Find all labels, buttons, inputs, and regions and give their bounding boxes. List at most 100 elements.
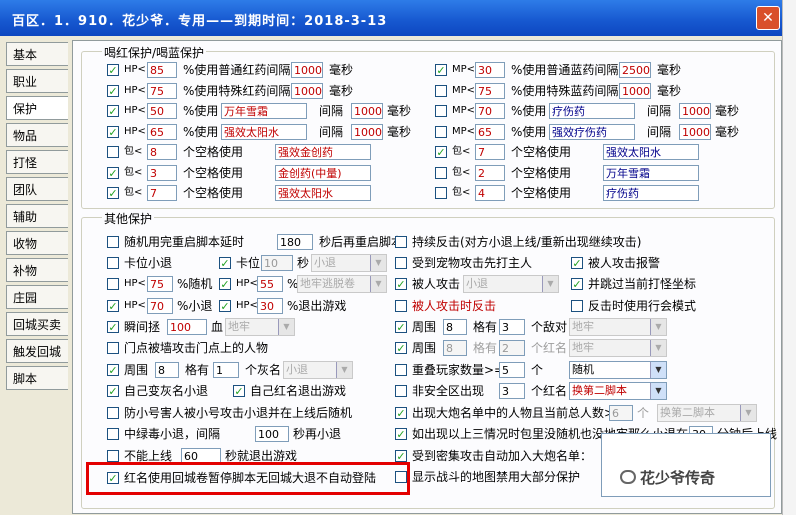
tab-3[interactable]: 物品 [6,123,68,147]
right_rows-row-0-checkbox[interactable]: ✓ [435,64,447,76]
left_rows-row-2-item[interactable]: 万年雪霜 [221,103,307,119]
left_rows-row-4-checkbox[interactable] [107,146,119,158]
left_rows-row-1-value[interactable]: 75 [147,83,177,99]
left_rows-row-4-item[interactable]: 强效金创药 [275,144,371,160]
left_rows-row-1-ms[interactable]: 1000 [291,83,323,99]
right_rows-row-2-checkbox[interactable] [435,105,447,117]
title-bar[interactable]: 百区．1．910．花少爷．专用——到期时间：2018-3-13 ✕ [0,0,782,36]
attacked-checkbox[interactable]: ✓ [395,278,407,290]
unsafe-checkbox[interactable] [395,385,407,397]
left_rows-row-0-checkbox[interactable]: ✓ [107,64,119,76]
instant-hp-input[interactable]: 100 [167,319,207,335]
tab-8[interactable]: 补物 [6,258,68,282]
hp-escape-select[interactable]: 地牢逃脱卷 ▼ [297,275,387,293]
right_rows-row-5-checkbox[interactable] [435,167,447,179]
gray-around-count[interactable]: 1 [213,362,239,378]
right_rows-row-1-value[interactable]: 75 [475,83,505,99]
attack-alarm-checkbox[interactable]: ✓ [571,257,583,269]
tab-7[interactable]: 收物 [6,231,68,255]
right_rows-row-6-checkbox[interactable] [435,187,447,199]
tab-6[interactable]: 辅助 [6,204,68,228]
hp-escape-checkbox[interactable]: ✓ [219,278,231,290]
tab-12[interactable]: 脚本 [6,366,68,390]
left_rows-row-6-value[interactable]: 7 [147,185,177,201]
overlap-checkbox[interactable] [395,364,407,376]
right_rows-row-3-value[interactable]: 65 [475,124,505,140]
right_rows-row-5-item[interactable]: 万年雪霜 [603,165,699,181]
chevron-down-icon[interactable]: ▼ [650,340,666,356]
left_rows-row-3-value[interactable]: 65 [147,124,177,140]
hp-quit-checkbox[interactable]: ✓ [219,300,231,312]
cannon-count-input[interactable]: 6 [609,405,633,421]
right_rows-row-2-value[interactable]: 70 [475,103,505,119]
reboot-checkbox[interactable] [107,236,119,248]
tab-10[interactable]: 回城买卖 [6,312,68,336]
right_rows-row-5-value[interactable]: 2 [475,165,505,181]
chevron-down-icon[interactable]: ▼ [278,319,294,335]
right_rows-row-1-ms[interactable]: 1000 [619,83,651,99]
chevron-down-icon[interactable]: ▼ [370,276,386,292]
poison-checkbox[interactable] [107,428,119,440]
overlap-input[interactable]: 5 [499,362,525,378]
tab-9[interactable]: 庄园 [6,285,68,309]
self-gray-checkbox[interactable]: ✓ [107,385,119,397]
stuck-logout-checkbox[interactable] [107,257,119,269]
hp-quit-input[interactable]: 30 [257,298,283,314]
hp-random-input[interactable]: 75 [147,276,173,292]
attacked-select[interactable]: 小退 ▼ [463,275,559,293]
cannon-checkbox[interactable]: ✓ [395,407,407,419]
cannon-select[interactable]: 换第二脚本 ▼ [657,404,757,422]
gray-around-select[interactable]: 小退 ▼ [283,361,353,379]
instant-select[interactable]: 地牢 ▼ [225,318,295,336]
three-case-checkbox[interactable]: ✓ [395,428,407,440]
tab-11[interactable]: 触发回城 [6,339,68,363]
red-around-range[interactable]: 8 [443,340,467,356]
tab-5[interactable]: 团队 [6,177,68,201]
left_rows-row-0-ms[interactable]: 1000 [291,62,323,78]
skip-coord-checkbox[interactable]: ✓ [571,278,583,290]
enemy-around-select[interactable]: 地牢 ▼ [569,318,667,336]
tab-2[interactable]: 保护 [6,96,68,120]
left_rows-row-2-checkbox[interactable]: ✓ [107,105,119,117]
hp-logout-checkbox[interactable]: ✓ [107,300,119,312]
gray-around-checkbox[interactable]: ✓ [107,364,119,376]
chevron-down-icon[interactable]: ▼ [336,362,352,378]
right_rows-row-4-value[interactable]: 7 [475,144,505,160]
stuck-checkbox[interactable]: ✓ [219,257,231,269]
right_rows-row-3-ms[interactable]: 1000 [679,124,711,140]
fight-back-checkbox[interactable] [395,300,407,312]
hp-escape-input[interactable]: 55 [257,276,283,292]
right_rows-row-1-checkbox[interactable] [435,85,447,97]
right_rows-row-6-value[interactable]: 4 [475,185,505,201]
enemy-around-count[interactable]: 3 [499,319,525,335]
chevron-down-icon[interactable]: ▼ [740,405,756,421]
left_rows-row-2-value[interactable]: 50 [147,103,177,119]
chevron-down-icon[interactable]: ▼ [650,319,666,335]
stuck-seconds-input[interactable]: 10 [261,255,293,271]
pet-attack-checkbox[interactable] [395,257,407,269]
anti-alt-checkbox[interactable] [107,407,119,419]
chevron-down-icon[interactable]: ▼ [650,362,666,378]
cant-login-checkbox[interactable] [107,450,119,462]
right_rows-row-3-item[interactable]: 强效疗伤药 [549,124,635,140]
left_rows-row-0-value[interactable]: 85 [147,62,177,78]
overlap-select[interactable]: 随机 ▼ [569,361,667,379]
right_rows-row-2-ms[interactable]: 1000 [679,103,711,119]
left_rows-row-1-checkbox[interactable]: ✓ [107,85,119,97]
tab-4[interactable]: 打怪 [6,150,68,174]
chevron-down-icon[interactable]: ▼ [650,383,666,399]
close-button[interactable]: ✕ [756,6,780,30]
enemy-around-range[interactable]: 8 [443,319,467,335]
tab-0[interactable]: 基本 [6,42,68,66]
instant-checkbox[interactable]: ✓ [107,321,119,333]
unsafe-select[interactable]: 换第二脚本 ▼ [569,382,667,400]
left_rows-row-5-checkbox[interactable]: ✓ [107,167,119,179]
tab-1[interactable]: 职业 [6,69,68,93]
chevron-down-icon[interactable]: ▼ [542,276,558,292]
left_rows-row-2-ms[interactable]: 1000 [351,103,383,119]
left_rows-row-5-value[interactable]: 3 [147,165,177,181]
right_rows-row-0-ms[interactable]: 2500 [619,62,651,78]
reboot-delay-input[interactable]: 180 [277,234,313,250]
counter-attack-checkbox[interactable] [395,236,407,248]
hp-random-checkbox[interactable] [107,278,119,290]
